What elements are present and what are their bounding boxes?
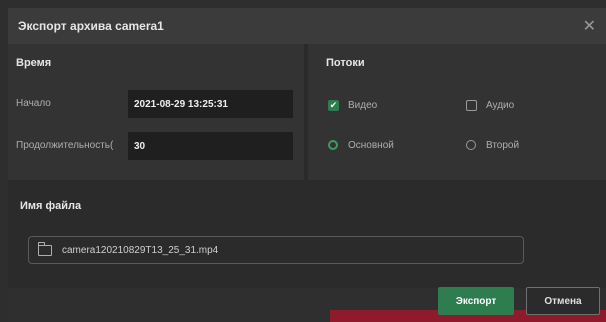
filename-input[interactable]: camera120210829T13_25_31.mp4 — [28, 236, 524, 264]
filename-section-title: Имя файла — [20, 200, 82, 212]
video-checkbox[interactable]: ✔ — [328, 100, 339, 111]
time-panel: Время Начало 2021-08-29 13:25:31 Продолж… — [8, 44, 304, 180]
streams-section-title: Потоки — [326, 57, 365, 69]
cancel-button[interactable]: Отмена — [526, 287, 600, 315]
main-stream-radio[interactable] — [328, 140, 338, 150]
streams-panel: Потоки ✔ Видео Аудио Основной Второй — [308, 44, 606, 180]
dialog-title: Экспорт архива camera1 — [18, 19, 164, 33]
export-dialog: Время Начало 2021-08-29 13:25:31 Продолж… — [8, 44, 606, 322]
main-stream-label: Основной — [348, 140, 394, 151]
start-time-input[interactable]: 2021-08-29 13:25:31 — [128, 90, 293, 118]
start-time-value: 2021-08-29 13:25:31 — [134, 98, 228, 110]
filename-value: camera120210829T13_25_31.mp4 — [62, 244, 219, 256]
second-stream-label: Второй — [486, 140, 520, 151]
dialog-titlebar: Экспорт архива camera1 ✕ — [8, 8, 606, 44]
close-icon[interactable]: ✕ — [583, 16, 596, 36]
second-stream-radio[interactable] — [466, 140, 476, 150]
time-section-title: Время — [16, 57, 52, 69]
audio-label: Аудио — [486, 100, 515, 111]
folder-icon[interactable] — [38, 241, 52, 256]
export-button[interactable]: Экспорт — [438, 287, 514, 315]
start-label: Начало — [16, 98, 51, 109]
video-label: Видео — [348, 100, 378, 111]
audio-checkbox[interactable] — [466, 100, 477, 111]
duration-value: 30 — [134, 140, 146, 152]
duration-input[interactable]: 30 — [128, 132, 293, 160]
duration-label: Продолжительность( — [16, 140, 114, 151]
